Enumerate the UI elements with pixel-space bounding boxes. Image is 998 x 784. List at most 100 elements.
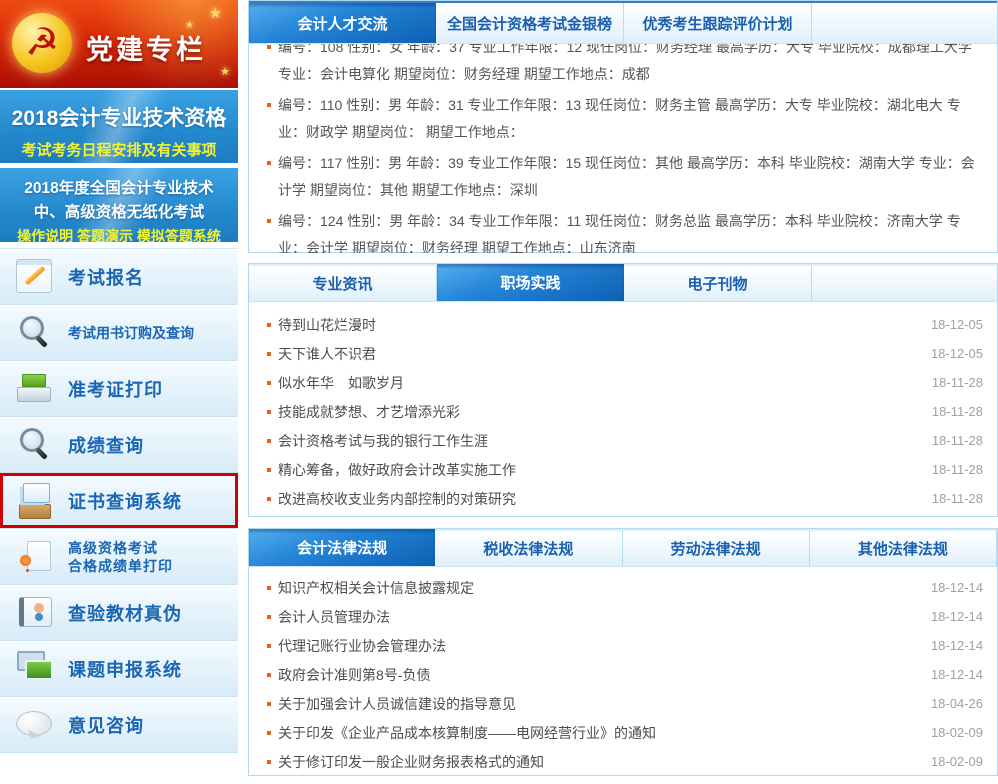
- chat-bubble-icon: [12, 703, 58, 747]
- article-row[interactable]: 技能成就梦想、才艺增添光彩 18-11-28: [249, 397, 997, 426]
- article-title[interactable]: 关于修订印发一般企业财务报表格式的通知: [267, 752, 921, 772]
- printer-icon: [12, 367, 58, 411]
- article-row[interactable]: 待到山花烂漫时 18-12-05: [249, 310, 997, 339]
- bullet-icon: [267, 381, 271, 385]
- tab-outstanding-candidate-tracking[interactable]: 优秀考生跟踪评价计划: [624, 3, 812, 43]
- article-date: 18-12-05: [921, 317, 983, 332]
- job-listing-row[interactable]: 编号：124 性别：男 年龄：34 专业工作年限：11 现任岗位：财务总监 最高…: [267, 206, 985, 253]
- banner-links[interactable]: 操作说明 答题演示 模拟答题系统: [0, 226, 238, 242]
- paperless-exam-banner[interactable]: 2018年度全国会计专业技术 中、高级资格无纸化考试 操作说明 答题演示 模拟答…: [0, 168, 238, 242]
- article-row[interactable]: 似水年华 如歌岁月 18-11-28: [249, 368, 997, 397]
- bullet-icon: [267, 45, 271, 49]
- sidebar-item-label-line2: 合格成绩单打印: [68, 557, 173, 575]
- party-building-banner[interactable]: 党建专栏 ★ ★ ★: [0, 0, 238, 88]
- tab-e-publications[interactable]: 电子刊物: [624, 266, 812, 301]
- article-date: 18-12-14: [921, 667, 983, 682]
- book-person-icon: [12, 591, 58, 635]
- article-row[interactable]: 关于印发《企业产品成本核算制度——电网经营行业》的通知 18-02-09: [249, 718, 997, 747]
- article-row[interactable]: 改进高校收支业务内部控制的对策研究 18-11-28: [249, 484, 997, 513]
- article-title-text: 会计资格考试与我的银行工作生涯: [278, 433, 488, 449]
- article-title[interactable]: 会计资格考试与我的银行工作生涯: [267, 431, 922, 451]
- article-title[interactable]: 天下谁人不识君: [267, 344, 921, 364]
- sidebar-item-label: 查验教材真伪: [68, 600, 182, 626]
- banner-subtitle: 考试考务日程安排及有关事项: [0, 139, 238, 160]
- article-title[interactable]: 精心筹备，做好政府会计改革实施工作: [267, 460, 922, 480]
- star-icon: ★: [185, 20, 194, 31]
- article-row[interactable]: 知识产权相关会计信息披露规定 18-12-14: [249, 573, 997, 602]
- article-title[interactable]: 改进高校收支业务内部控制的对策研究: [267, 489, 922, 509]
- article-row[interactable]: 天下谁人不识君 18-12-05: [249, 339, 997, 368]
- bullet-icon: [267, 615, 271, 619]
- article-title[interactable]: 关于加强会计人员诚信建设的指导意见: [267, 694, 921, 714]
- article-title[interactable]: 待到山花烂漫时: [267, 315, 921, 335]
- tab-professional-news[interactable]: 专业资讯: [249, 266, 437, 301]
- bullet-icon: [267, 673, 271, 677]
- article-title[interactable]: 似水年华 如歌岁月: [267, 373, 922, 393]
- news-tab-bar: 专业资讯 职场实践 电子刊物: [249, 264, 997, 302]
- tab-bar-filler: [812, 3, 997, 43]
- job-listing-row[interactable]: 编号：117 性别：男 年龄：39 专业工作年限：15 现任岗位：其他 最高学历…: [267, 148, 985, 206]
- article-date: 18-11-28: [922, 375, 983, 390]
- sidebar-item-score-query[interactable]: 成绩查询: [0, 417, 238, 473]
- tab-other-laws[interactable]: 其他法律法规: [810, 531, 997, 566]
- sidebar-item-exam-registration[interactable]: 考试报名: [0, 249, 238, 305]
- article-date: 18-02-09: [921, 754, 983, 769]
- tab-workplace-practice[interactable]: 职场实践: [437, 264, 624, 301]
- sidebar-menu: 考试报名 考试用书订购及查询 准考证打印 成绩查询 证书查询系统: [0, 248, 238, 753]
- article-date: 18-02-09: [921, 725, 983, 740]
- law-tab-bar: 会计法律法规 税收法律法规 劳动法律法规 其他法律法规: [249, 529, 997, 567]
- article-date: 18-12-05: [921, 346, 983, 361]
- law-article-list: 知识产权相关会计信息披露规定 18-12-14 会计人员管理办法 18-12-1…: [249, 567, 997, 776]
- tab-tax-laws[interactable]: 税收法律法规: [435, 531, 622, 566]
- sidebar-item-project-application-system[interactable]: 课题申报系统: [0, 641, 238, 697]
- article-row[interactable]: 会计资格考试与我的银行工作生涯 18-11-28: [249, 426, 997, 455]
- sidebar-item-feedback[interactable]: 意见咨询: [0, 697, 238, 753]
- exam-schedule-banner[interactable]: 2018会计专业技术资格 考试考务日程安排及有关事项: [0, 90, 238, 163]
- tab-labor-laws[interactable]: 劳动法律法规: [623, 531, 810, 566]
- bullet-icon: [267, 468, 271, 472]
- article-title[interactable]: 知识产权相关会计信息披露规定: [267, 578, 921, 598]
- article-title[interactable]: 政府会计准则第8号-负债: [267, 665, 921, 685]
- tab-gold-silver-list[interactable]: 全国会计资格考试金银榜: [436, 3, 624, 43]
- job-listing-row[interactable]: 编号：108 性别：女 年龄：37 专业工作年限：12 现任岗位：财务经理 最高…: [267, 44, 985, 90]
- article-title[interactable]: 代理记账行业协会管理办法: [267, 636, 921, 656]
- sidebar-item-senior-score-report-print[interactable]: 高级资格考试 合格成绩单打印: [0, 529, 238, 585]
- law-panel: 会计法律法规 税收法律法规 劳动法律法规 其他法律法规 知识产权相关会计信息披露…: [248, 528, 998, 776]
- bullet-icon: [267, 103, 271, 107]
- article-title-text: 技能成就梦想、才艺增添光彩: [278, 404, 460, 420]
- article-title-text: 会计人员管理办法: [278, 609, 390, 625]
- sidebar-item-certificate-query-system[interactable]: 证书查询系统: [0, 473, 238, 529]
- article-title-text: 待到山花烂漫时: [278, 317, 376, 333]
- article-title[interactable]: 关于印发《企业产品成本核算制度——电网经营行业》的通知: [267, 723, 921, 743]
- article-row[interactable]: 精心筹备，做好政府会计改革实施工作 18-11-28: [249, 455, 997, 484]
- article-date: 18-11-28: [922, 462, 983, 477]
- article-date: 18-12-14: [921, 638, 983, 653]
- job-listing-text: 编号：124 性别：男 年龄：34 专业工作年限：11 现任岗位：财务总监 最高…: [278, 213, 961, 253]
- article-date: 18-04-26: [921, 696, 983, 711]
- article-row[interactable]: 关于修订印发一般企业财务报表格式的通知 18-02-09: [249, 747, 997, 776]
- talent-exchange-panel: 会计人才交流 全国会计资格考试金银榜 优秀考生跟踪评价计划 编号：108 性别：…: [248, 0, 998, 253]
- sidebar-item-book-order-query[interactable]: 考试用书订购及查询: [0, 305, 238, 361]
- article-title-text: 精心筹备，做好政府会计改革实施工作: [278, 462, 516, 478]
- article-row[interactable]: 会计人员管理办法 18-12-14: [249, 602, 997, 631]
- tab-bar-filler: [812, 266, 997, 301]
- article-title-text: 关于修订印发一般企业财务报表格式的通知: [278, 754, 544, 770]
- bullet-icon: [267, 161, 271, 165]
- star-icon: ★: [220, 65, 230, 78]
- sidebar-item-verify-textbook[interactable]: 查验教材真伪: [0, 585, 238, 641]
- article-title[interactable]: 会计人员管理办法: [267, 607, 921, 627]
- tab-talent-exchange[interactable]: 会计人才交流: [249, 3, 436, 43]
- article-row[interactable]: 关于加强会计人员诚信建设的指导意见 18-04-26: [249, 689, 997, 718]
- sidebar-item-admission-ticket-print[interactable]: 准考证打印: [0, 361, 238, 417]
- bullet-icon: [267, 323, 271, 327]
- job-listing-row[interactable]: 编号：110 性别：男 年龄：31 专业工作年限：13 现任岗位：财务主管 最高…: [267, 90, 985, 148]
- article-title-text: 似水年华 如歌岁月: [278, 375, 404, 391]
- article-row[interactable]: 代理记账行业协会管理办法 18-12-14: [249, 631, 997, 660]
- tab-accounting-laws[interactable]: 会计法律法规: [249, 529, 435, 566]
- bullet-icon: [267, 352, 271, 356]
- sidebar-item-label: 课题申报系统: [68, 656, 182, 682]
- magnifier-icon: [12, 423, 58, 467]
- article-row[interactable]: 政府会计准则第8号-负债 18-12-14: [249, 660, 997, 689]
- article-title-text: 关于印发《企业产品成本核算制度——电网经营行业》的通知: [278, 725, 656, 741]
- article-title[interactable]: 技能成就梦想、才艺增添光彩: [267, 402, 922, 422]
